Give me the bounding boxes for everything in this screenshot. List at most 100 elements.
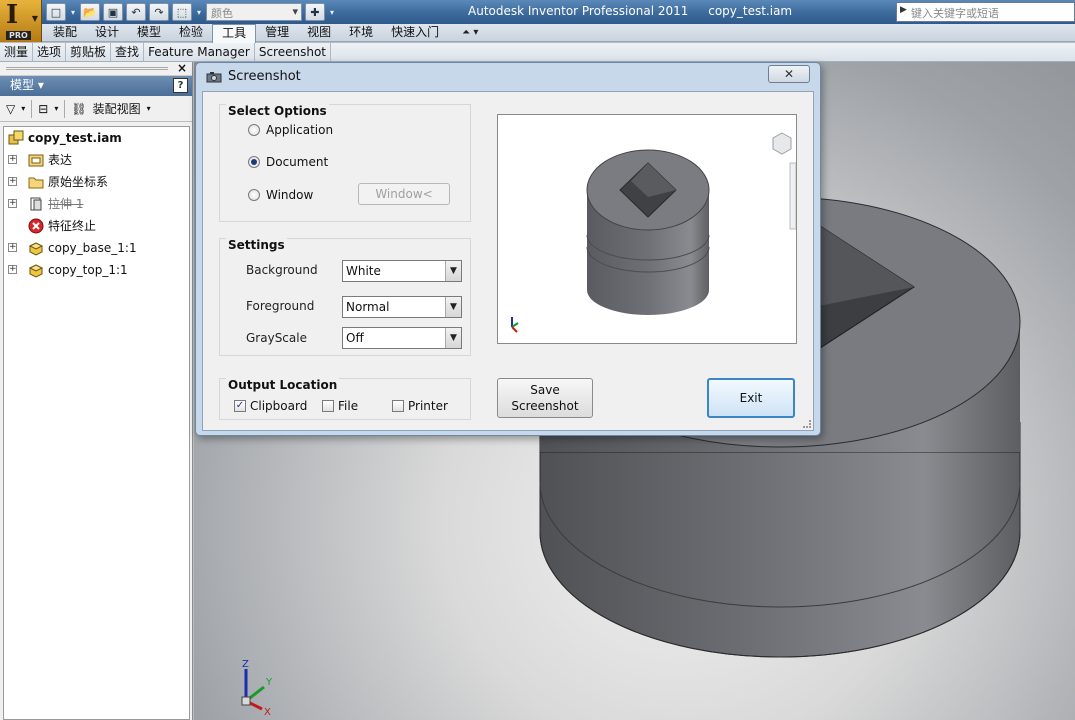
browser-gripper[interactable]: ×: [0, 61, 192, 76]
panel-item-3[interactable]: 查找: [111, 43, 145, 61]
chevron-down-icon[interactable]: ▼: [445, 328, 461, 348]
tab-5[interactable]: 管理: [256, 24, 298, 42]
browser-tree: copy_test.iam + 表达 + 原始坐标系 + 拉伸 1 特征终止 + copy_ba…: [3, 126, 190, 720]
foreground-select[interactable]: Normal ▼: [342, 296, 462, 318]
filter-icon[interactable]: ▽: [6, 102, 15, 116]
axis-z-label: Z: [242, 659, 249, 670]
expand-icon[interactable]: +: [8, 265, 17, 274]
search-input[interactable]: ▶ 键入关键字或短语: [896, 2, 1075, 22]
file-checkbox[interactable]: [322, 400, 334, 412]
window-radio[interactable]: [248, 189, 260, 201]
application-radio[interactable]: [248, 124, 260, 136]
dialog-titlebar[interactable]: Screenshot: [206, 69, 301, 84]
qat-customize-arrow[interactable]: ▾: [328, 8, 336, 17]
model-browser: × 模型 ▾ ? ▽ ▾ ⊟ ▾ ⛓ 装配视图 ▾ copy_test.iam …: [0, 61, 193, 720]
quick-access-toolbar: □ ▾ 📂 ▣ ↶ ↷ ⬚ ▾ 颜色 ✚ ▾: [46, 2, 336, 22]
panel-item-5[interactable]: Screenshot: [255, 43, 331, 61]
tree-node[interactable]: + 原始坐标系: [4, 171, 189, 193]
tree-node[interactable]: + 拉伸 1: [4, 193, 189, 215]
file-label: File: [338, 399, 359, 413]
redo-icon[interactable]: ↷: [149, 3, 169, 21]
expand-icon[interactable]: +: [8, 199, 17, 208]
panel-item-1[interactable]: 选项: [33, 43, 67, 61]
open-icon[interactable]: 📂: [80, 3, 100, 21]
browser-header[interactable]: 模型 ▾ ?: [0, 76, 192, 96]
tree-node-label: copy_base_1:1: [48, 241, 137, 255]
structure-dropdown-icon[interactable]: ▾: [54, 104, 58, 113]
assembly-view-icon[interactable]: ⛓: [71, 102, 86, 116]
ribbon-minimize-icon[interactable]: ⏶ ▾: [462, 24, 478, 42]
tab-7[interactable]: 环境: [340, 24, 382, 42]
document-label: Document: [266, 155, 329, 169]
select-dropdown-arrow[interactable]: ▾: [195, 8, 203, 17]
new-icon[interactable]: □: [46, 3, 66, 21]
expand-icon[interactable]: +: [8, 155, 17, 164]
printer-option[interactable]: Printer: [392, 399, 448, 413]
printer-checkbox[interactable]: [392, 400, 404, 412]
panel-item-0[interactable]: 测量: [0, 43, 34, 61]
tab-2[interactable]: 模型: [128, 24, 170, 42]
window-title: Autodesk Inventor Professional 2011 copy…: [468, 4, 808, 18]
chevron-down-icon[interactable]: ▼: [445, 297, 461, 317]
title-bar: □ ▾ 📂 ▣ ↶ ↷ ⬚ ▾ 颜色 ✚ ▾ Autodesk Inventor…: [0, 0, 1075, 24]
radio-window[interactable]: Window: [248, 188, 313, 202]
exit-button[interactable]: Exit: [707, 378, 795, 418]
radio-application[interactable]: Application: [248, 123, 333, 137]
axis-x-label: X: [264, 707, 271, 717]
tab-3[interactable]: 检验: [170, 24, 212, 42]
chevron-down-icon[interactable]: ▼: [445, 261, 461, 281]
dialog-close-button[interactable]: ✕: [768, 65, 810, 83]
tab-6[interactable]: 视图: [298, 24, 340, 42]
app-menu-arrow-icon: ▼: [31, 14, 38, 23]
document-radio[interactable]: [248, 156, 260, 168]
window-pick-button[interactable]: Window<: [358, 183, 450, 205]
tab-4[interactable]: 工具: [212, 24, 257, 43]
expand-icon[interactable]: +: [8, 177, 17, 186]
panel-item-2[interactable]: 剪贴板: [66, 43, 112, 61]
structure-icon[interactable]: ⊟: [38, 102, 48, 116]
expand-icon[interactable]: +: [8, 243, 17, 252]
background-select[interactable]: White ▼: [342, 260, 462, 282]
tree-node-label: copy_top_1:1: [48, 263, 128, 277]
foreground-value: Normal: [346, 300, 390, 314]
save-icon[interactable]: ▣: [103, 3, 123, 21]
foreground-label: Foreground: [246, 299, 315, 313]
undo-icon[interactable]: ↶: [126, 3, 146, 21]
tree-node[interactable]: 特征终止: [4, 215, 189, 237]
search-placeholder: 键入关键字或短语: [911, 7, 999, 20]
application-menu-button[interactable]: I PRO ▼: [0, 0, 42, 42]
radio-document[interactable]: Document: [248, 155, 328, 169]
dialog-title: Screenshot: [228, 69, 301, 84]
tree-node[interactable]: + 表达: [4, 149, 189, 171]
settings-title: Settings: [226, 238, 287, 252]
help-icon[interactable]: ?: [173, 78, 188, 93]
select-filter-icon[interactable]: ⬚: [172, 3, 192, 21]
color-combo[interactable]: 颜色: [206, 3, 302, 21]
plus-icon[interactable]: ✚: [305, 3, 325, 21]
close-icon[interactable]: ×: [177, 61, 187, 75]
clipboard-checkbox[interactable]: ✓: [234, 400, 246, 412]
assembly-view-button[interactable]: 装配视图: [93, 100, 141, 117]
new-dropdown-arrow[interactable]: ▾: [69, 8, 77, 17]
clipboard-label: Clipboard: [250, 399, 308, 413]
view-dropdown-icon[interactable]: ▾: [147, 104, 151, 113]
tree-node[interactable]: + copy_top_1:1: [4, 259, 189, 281]
filter-dropdown-icon[interactable]: ▾: [21, 104, 25, 113]
clipboard-option[interactable]: ✓ Clipboard: [234, 399, 307, 413]
dialog-client: Select Options Application Document Wind…: [202, 91, 814, 431]
tree-root[interactable]: copy_test.iam: [4, 127, 189, 149]
background-value: White: [346, 264, 381, 278]
panel-item-4[interactable]: Feature Manager: [144, 43, 255, 61]
search-expand-icon[interactable]: ▶: [900, 5, 907, 15]
file-option[interactable]: File: [322, 399, 358, 413]
tree-node-label: 拉伸 1: [48, 197, 84, 211]
select-options-title: Select Options: [226, 104, 329, 118]
tab-8[interactable]: 快速入门: [382, 24, 448, 42]
tree-node[interactable]: + copy_base_1:1: [4, 237, 189, 259]
resize-grip[interactable]: [803, 420, 811, 428]
tab-0[interactable]: 装配: [44, 24, 86, 42]
tab-1[interactable]: 设计: [86, 24, 128, 42]
save-screenshot-button[interactable]: Save Screenshot: [497, 378, 593, 418]
grayscale-select[interactable]: Off ▼: [342, 327, 462, 349]
save-button-line1: Save: [530, 383, 560, 397]
